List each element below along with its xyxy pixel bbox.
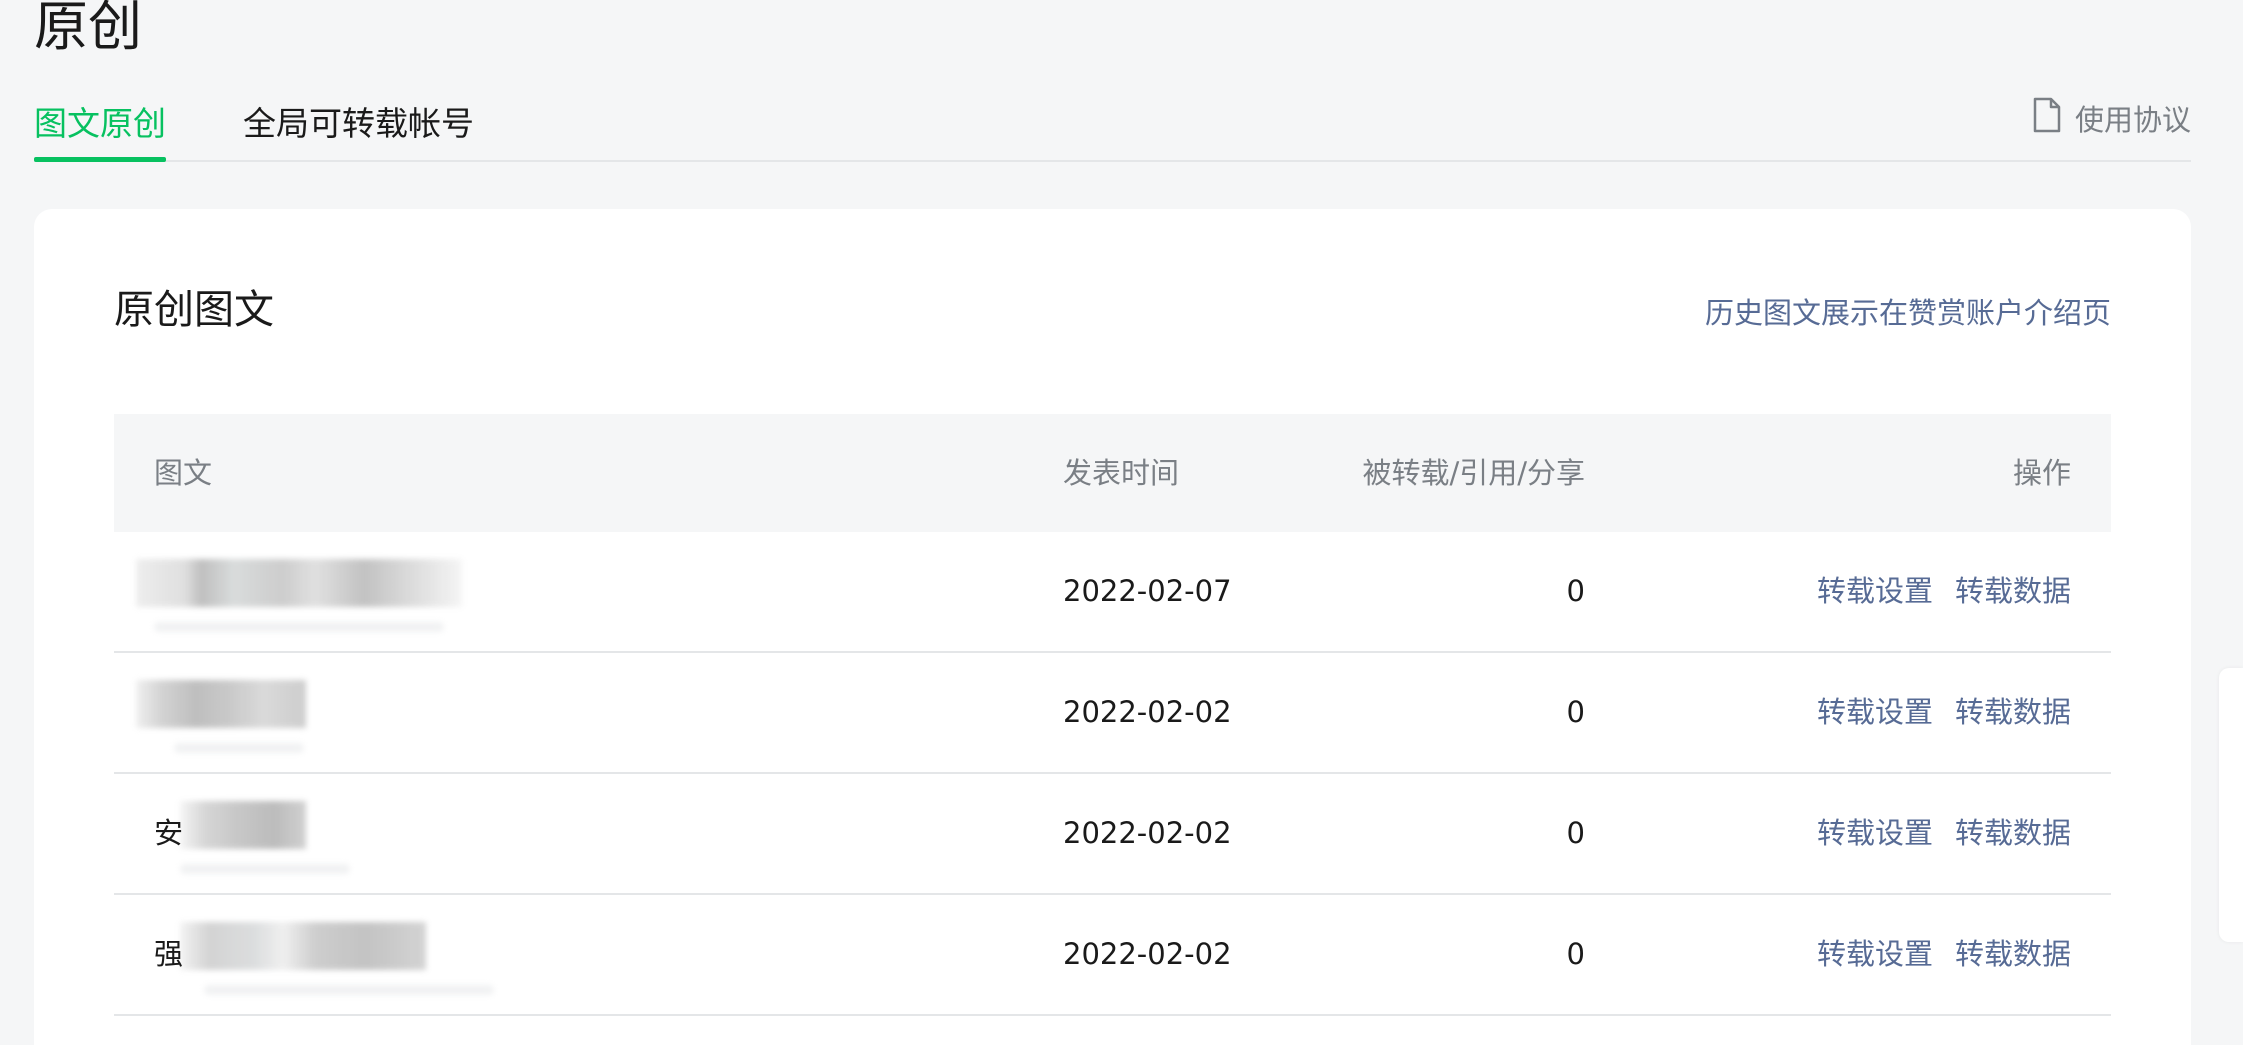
page-title: 原创: [34, 0, 142, 58]
row-actions: 转载设置 转载数据: [1817, 653, 2071, 772]
redacted-subtitle: [174, 743, 304, 753]
column-header-actions: 操作: [2012, 456, 2071, 490]
table-row: 2022-02-02 0 转载设置 转载数据: [114, 653, 2111, 774]
repost-settings-link[interactable]: 转载设置: [1817, 574, 1933, 608]
usage-agreement-link[interactable]: 使用协议: [2033, 96, 2191, 140]
row-actions: 转载设置 转载数据: [1817, 895, 2071, 1014]
publish-date: 2022-02-02: [1063, 816, 1232, 850]
table-row: 强 2022-02-02 0 转载设置 转载数据: [114, 895, 2111, 1016]
redacted-title: [180, 801, 306, 849]
column-header-article: 图文: [154, 456, 213, 490]
redacted-subtitle: [154, 622, 444, 632]
usage-agreement-label: 使用协议: [2074, 103, 2191, 137]
reward-account-intro-link[interactable]: 历史图文展示在赞赏账户介绍页: [1705, 293, 2111, 333]
redacted-title: [180, 922, 426, 970]
repost-data-link[interactable]: 转载数据: [1955, 937, 2071, 971]
repost-count: 0: [1566, 937, 1585, 971]
card-title: 原创图文: [114, 287, 274, 333]
articles-table: 图文 发表时间 被转载/引用/分享 操作 2022-02-07 0 转载设置 转载…: [114, 414, 2111, 1016]
column-header-publish-time: 发表时间: [1063, 456, 1180, 490]
article-title[interactable]: 安: [154, 774, 183, 893]
repost-data-link[interactable]: 转载数据: [1955, 574, 2071, 608]
repost-settings-link[interactable]: 转载设置: [1817, 816, 1933, 850]
side-panel-handle[interactable]: [2219, 668, 2243, 942]
table-header: 图文 发表时间 被转载/引用/分享 操作: [114, 414, 2111, 532]
table-row: 2022-02-07 0 转载设置 转载数据: [114, 532, 2111, 653]
repost-count: 0: [1566, 816, 1585, 850]
repost-data-link[interactable]: 转载数据: [1955, 695, 2071, 729]
document-icon: [2033, 97, 2061, 140]
tab-bar: 图文原创 全局可转载帐号: [34, 96, 2191, 162]
repost-settings-link[interactable]: 转载设置: [1817, 695, 1933, 729]
row-actions: 转载设置 转载数据: [1817, 532, 2071, 651]
repost-count: 0: [1566, 695, 1585, 729]
repost-settings-link[interactable]: 转载设置: [1817, 937, 1933, 971]
article-title[interactable]: 强: [154, 895, 183, 1014]
table-row: 安 2022-02-02 0 转载设置 转载数据: [114, 774, 2111, 895]
row-actions: 转载设置 转载数据: [1817, 774, 2071, 893]
redacted-title: [136, 559, 462, 607]
repost-data-link[interactable]: 转载数据: [1955, 816, 2071, 850]
redacted-title: [136, 680, 306, 728]
redacted-subtitle: [204, 985, 494, 995]
tab-global-repost-accounts[interactable]: 全局可转载帐号: [243, 104, 474, 160]
publish-date: 2022-02-02: [1063, 695, 1232, 729]
page: 原创 图文原创 全局可转载帐号 使用协议 原创图文 历史图文展示在赞赏账户介绍页…: [0, 0, 2243, 1045]
repost-count: 0: [1566, 574, 1585, 608]
tab-article-original[interactable]: 图文原创: [34, 104, 166, 162]
publish-date: 2022-02-02: [1063, 937, 1232, 971]
publish-date: 2022-02-07: [1063, 574, 1232, 608]
redacted-subtitle: [180, 864, 350, 874]
column-header-reposts: 被转载/引用/分享: [1362, 456, 1585, 490]
original-articles-card: 原创图文 历史图文展示在赞赏账户介绍页 图文 发表时间 被转载/引用/分享 操作…: [34, 209, 2191, 1045]
